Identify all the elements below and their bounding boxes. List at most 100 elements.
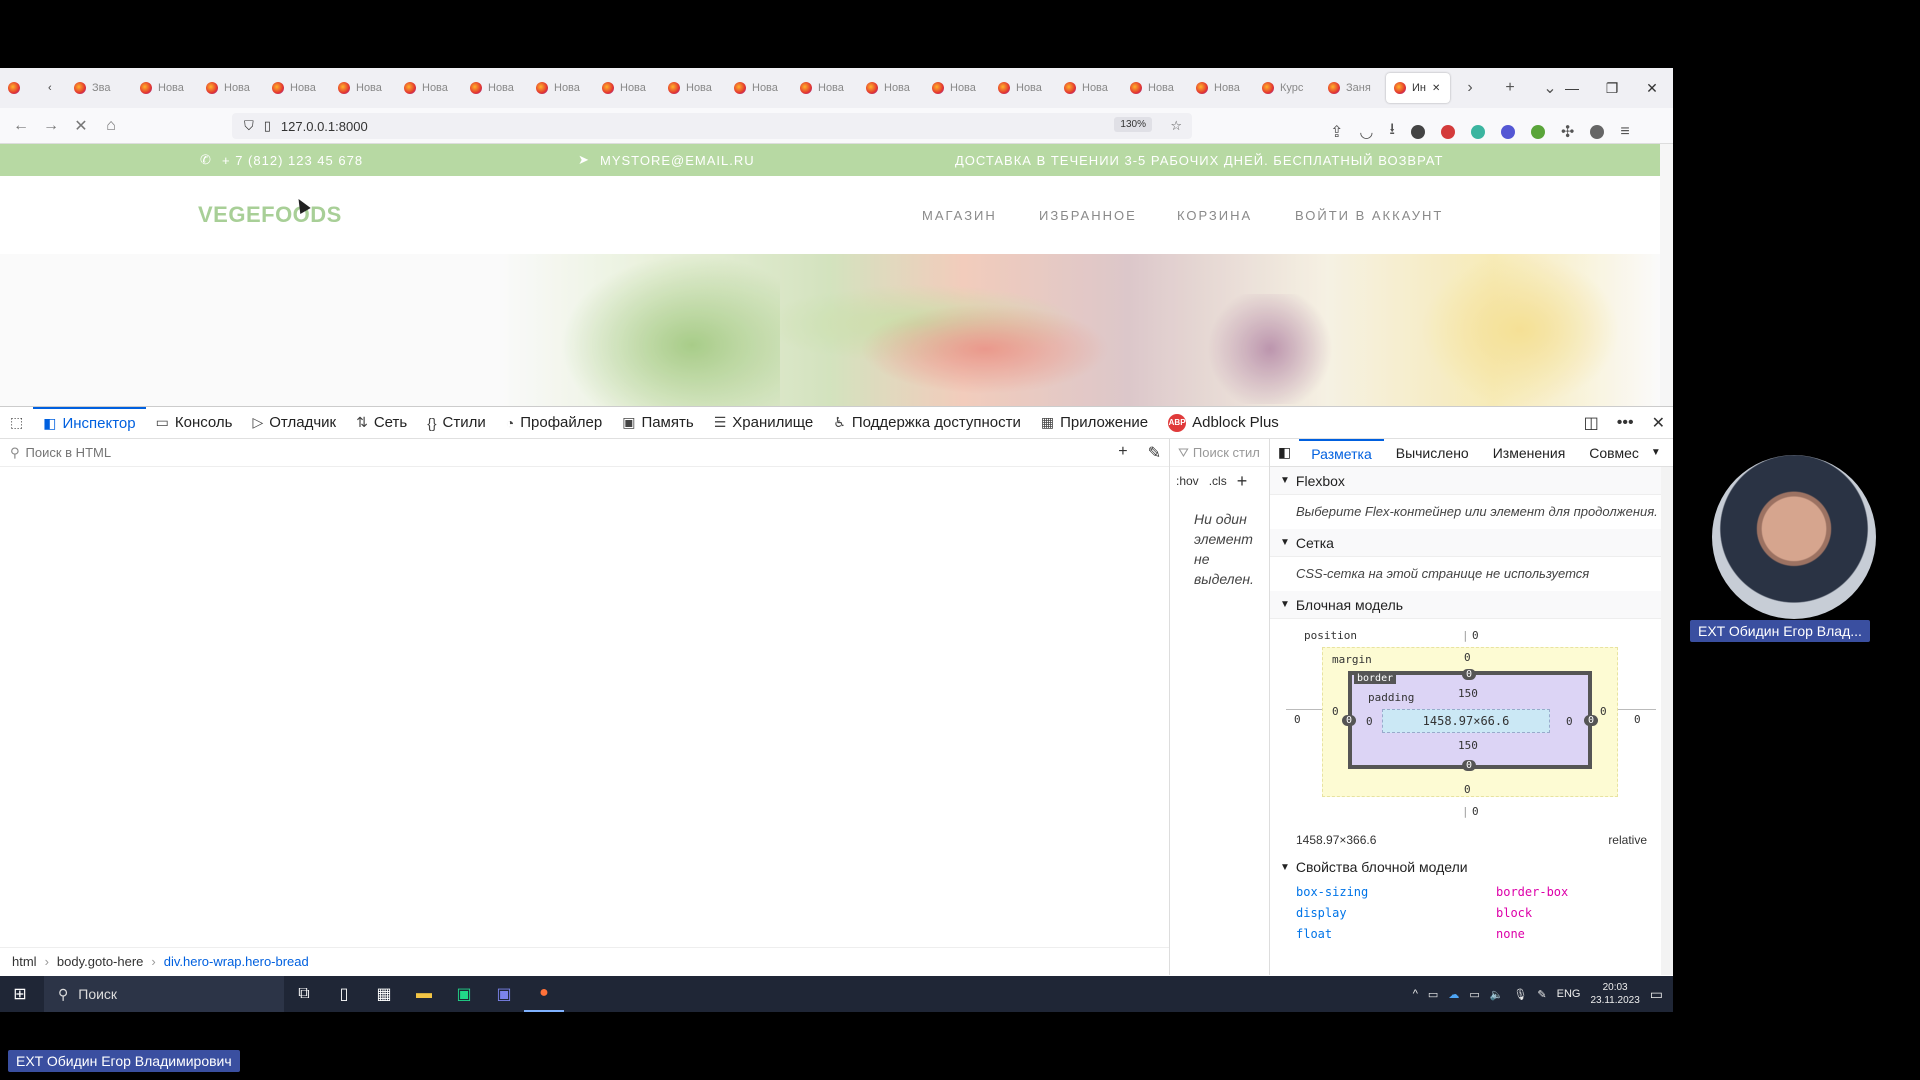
hov-toggle[interactable]: :hov [1176, 474, 1199, 488]
zoom-badge[interactable]: 130% [1114, 117, 1152, 132]
rules-search-input[interactable]: Поиск стил [1193, 445, 1260, 460]
bm-position-left[interactable]: 0 [1294, 713, 1301, 726]
cls-toggle[interactable]: .cls [1209, 474, 1227, 488]
bm-padding-top[interactable]: 150 [1458, 687, 1478, 700]
bm-position-right[interactable]: 0 [1634, 713, 1641, 726]
teams-icon[interactable]: ▣ [484, 976, 524, 1012]
browser-tab[interactable]: Нова [660, 73, 726, 103]
layout-scrollbar[interactable] [1661, 467, 1673, 975]
props-header[interactable]: ▼ Свойства блочной модели [1270, 853, 1673, 881]
tab-application[interactable]: ▦ Приложение [1031, 407, 1158, 439]
firefox-menu-icon[interactable] [0, 73, 40, 103]
onedrive-icon[interactable]: ☁ [1448, 988, 1459, 1001]
site-logo[interactable]: VEGEFOODS [198, 202, 342, 228]
network-icon[interactable]: ▭ [1428, 988, 1438, 1001]
bm-border-bottom[interactable]: 0 [1462, 760, 1477, 771]
browser-tab[interactable]: Нова [726, 73, 792, 103]
task-view-icon[interactable]: ⧉ [284, 976, 324, 1012]
close-window-icon[interactable]: ✕ [1632, 68, 1672, 108]
pen-icon[interactable]: ✎ [1537, 988, 1546, 1001]
tab-accessibility[interactable]: ♿ Поддержка доступности [823, 407, 1031, 439]
pocket-icon[interactable]: ◡ [1359, 122, 1373, 142]
taskbar-search[interactable]: ⚲ Поиск [44, 976, 284, 1012]
notifications-icon[interactable]: ▭ [1650, 986, 1663, 1003]
tab-scroll-left-icon[interactable]: ‹ [40, 73, 66, 103]
bm-padding-right[interactable]: 0 [1566, 715, 1573, 728]
close-devtools-icon[interactable]: ✕ [1652, 413, 1665, 433]
app-menu-icon[interactable]: ≡ [1620, 123, 1629, 141]
browser-tab[interactable]: Нова [1188, 73, 1254, 103]
start-icon[interactable]: ⊞ [0, 976, 40, 1012]
reload-icon[interactable]: ✕ [66, 116, 96, 136]
flexbox-header[interactable]: ▼ Flexbox [1270, 467, 1673, 495]
browser-tab[interactable]: Зва [66, 73, 132, 103]
toggle-sidebar-icon[interactable]: ◧ [1270, 444, 1299, 461]
breadcrumb-html[interactable]: html [12, 954, 37, 969]
download-icon[interactable]: ⭳ [1389, 118, 1395, 145]
tab-compat[interactable]: Совмес [1577, 439, 1651, 467]
bm-padding-left[interactable]: 0 [1366, 715, 1373, 728]
browser-tab[interactable]: Нова [1122, 73, 1188, 103]
bm-border-left[interactable]: 0 [1342, 715, 1357, 726]
tab-network[interactable]: ⇅ Сеть [346, 407, 417, 439]
tab-inspector[interactable]: ◧ Инспектор [33, 406, 146, 439]
tab-memory[interactable]: ▣ Память [612, 407, 703, 439]
browser-tab[interactable]: Нова [1056, 73, 1122, 103]
tab-layout[interactable]: Разметка [1299, 438, 1384, 467]
close-tab-icon[interactable]: ✕ [1432, 83, 1440, 94]
language-indicator[interactable]: ENG [1557, 988, 1581, 1000]
tab-scroll-right-icon[interactable]: › [1450, 79, 1490, 97]
tab-profiler[interactable]: ◔ Профайлер [496, 407, 612, 439]
menu-favorites[interactable]: ИЗБРАННОЕ [1039, 208, 1137, 223]
browser-tab[interactable]: Нова [198, 73, 264, 103]
adblock-extension-icon[interactable] [1440, 124, 1455, 139]
browser-tab[interactable]: Нова [462, 73, 528, 103]
page-scrollbar[interactable] [1660, 144, 1673, 406]
browser-tab[interactable]: Курс [1254, 73, 1320, 103]
browser-tab[interactable]: Нова [330, 73, 396, 103]
bm-margin-bottom[interactable]: 0 [1464, 783, 1471, 796]
bm-margin-right[interactable]: 0 [1600, 705, 1607, 718]
browser-tab[interactable]: Ин ✕ [1386, 73, 1450, 103]
bm-padding-bottom[interactable]: 150 [1458, 739, 1478, 752]
bookmark-star-icon[interactable]: ☆ [1170, 118, 1182, 134]
more-options-icon[interactable]: ••• [1617, 414, 1634, 432]
tab-console[interactable]: ▭ Консоль [146, 407, 243, 439]
browser-tab[interactable]: Нова [924, 73, 990, 103]
monitor-icon[interactable]: ▭ [1469, 988, 1479, 1001]
menu-cart[interactable]: КОРЗИНА [1177, 208, 1252, 223]
notepad-icon[interactable]: ▯ [324, 976, 364, 1012]
browser-tab[interactable]: Заня [1320, 73, 1386, 103]
bm-margin-left[interactable]: 0 [1332, 705, 1339, 718]
browser-tab[interactable]: Нова [396, 73, 462, 103]
pycharm-icon[interactable]: ▣ [444, 976, 484, 1012]
extension-green-icon[interactable] [1470, 124, 1485, 139]
extensions-puzzle-icon[interactable]: ✣ [1561, 122, 1574, 142]
site-email[interactable]: MYSTORE@EMAIL.RU [600, 153, 755, 168]
chevron-down-icon[interactable]: ▼ [1651, 447, 1661, 458]
bm-content-size[interactable]: 1458.97×66.6 [1382, 709, 1550, 733]
new-tab-icon[interactable]: + [1490, 79, 1530, 97]
menu-shop[interactable]: МАГАЗИН [922, 208, 997, 223]
volume-icon[interactable]: 🔈 [1490, 988, 1504, 1001]
firefox-icon[interactable]: ● [524, 976, 564, 1012]
browser-tab[interactable]: Нова [990, 73, 1056, 103]
bm-border-right[interactable]: 0 [1584, 715, 1599, 726]
bm-margin-top[interactable]: 0 [1464, 651, 1471, 664]
tab-debugger[interactable]: ▷ Отладчик [242, 407, 346, 439]
url-bar[interactable]: ⛉ ▯ 127.0.0.1:8000 130% ☆ [232, 113, 1192, 139]
boxmodel-header[interactable]: ▼ Блочная модель [1270, 591, 1673, 619]
add-rule-icon[interactable]: + [1237, 471, 1248, 492]
tray-chevron-icon[interactable]: ^ [1413, 988, 1418, 1000]
clock[interactable]: 20:03 23.11.2023 [1590, 981, 1639, 1007]
mic-icon[interactable]: 🎙 [1513, 988, 1527, 1001]
tab-computed[interactable]: Вычислено [1384, 439, 1481, 467]
breadcrumb-div[interactable]: div.hero-wrap.hero-bread [164, 954, 309, 969]
add-node-icon[interactable]: + [1118, 443, 1127, 463]
forward-icon[interactable]: → [36, 117, 66, 135]
extension-purple-icon[interactable] [1500, 124, 1515, 139]
eyedropper-icon[interactable]: ✎ [1148, 443, 1161, 463]
home-icon[interactable]: ⌂ [96, 117, 126, 135]
browser-tab[interactable]: Нова [528, 73, 594, 103]
account-icon[interactable] [1590, 124, 1605, 139]
